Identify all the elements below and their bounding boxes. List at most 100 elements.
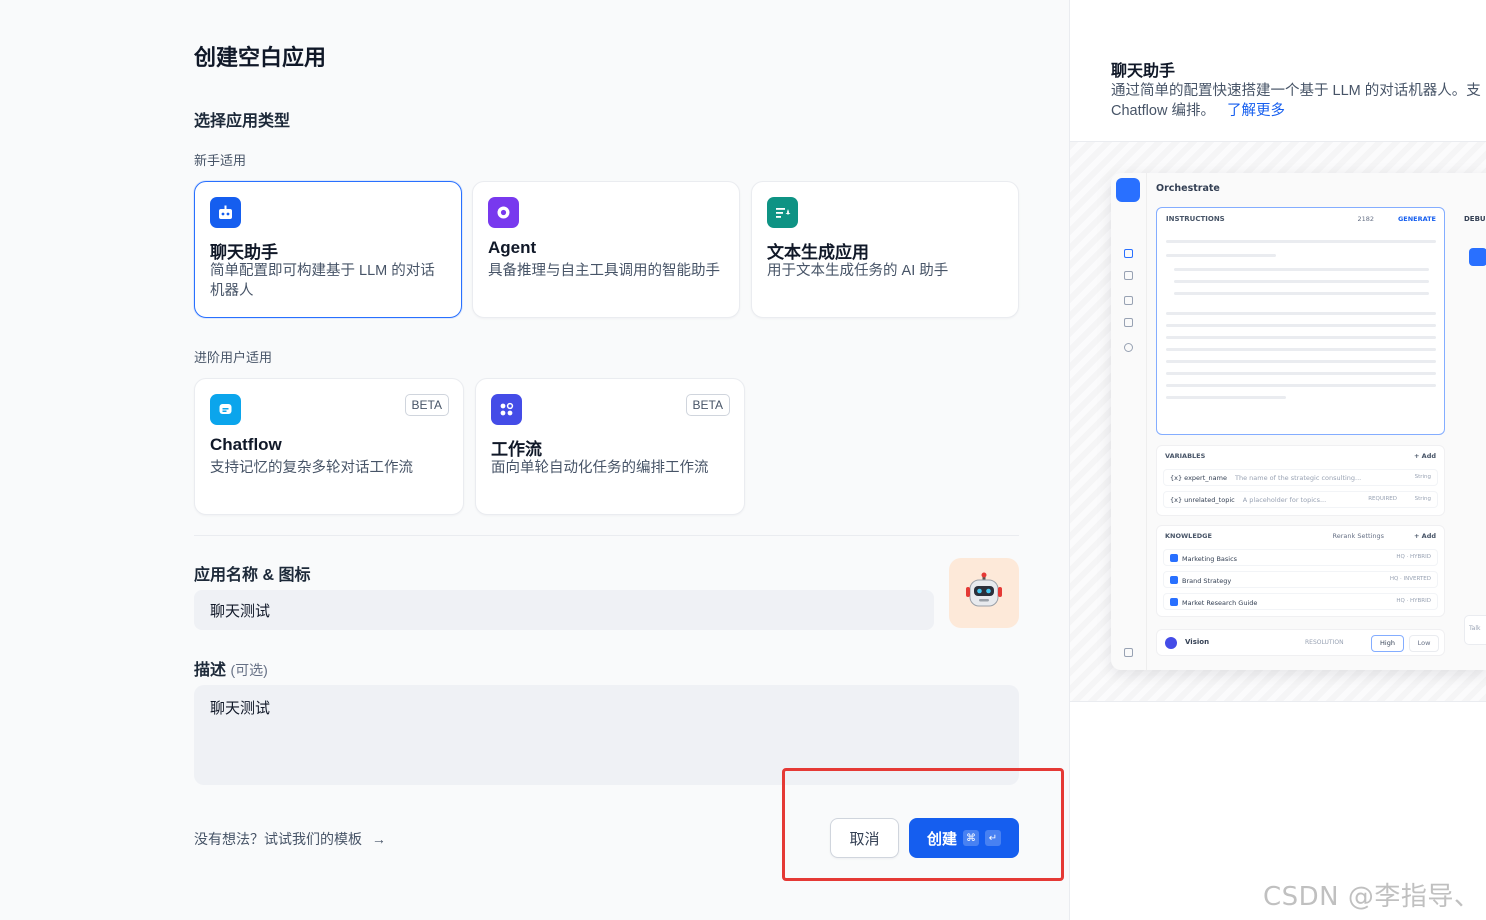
preview-text-line [1166, 254, 1276, 257]
preview-kb-name: Marketing Basics [1182, 555, 1238, 563]
preview-high-option: High [1371, 635, 1404, 652]
app-type-card-text-generation[interactable]: 文本生成应用 用于文本生成任务的 AI 助手 [751, 181, 1019, 318]
card-desc: 用于文本生成任务的 AI 助手 [767, 263, 949, 279]
preview-instructions-label: INSTRUCTIONS [1166, 215, 1225, 223]
preview-text-line [1166, 372, 1436, 375]
select-type-title: 选择应用类型 [194, 113, 291, 130]
preview-debug-label: DEBU [1464, 215, 1486, 223]
preview-nav-icon [1124, 318, 1133, 327]
robot-avatar-icon[interactable] [949, 558, 1019, 628]
preview-kb-name: Brand Strategy [1182, 577, 1232, 585]
preview-var-name: {x} expert_name [1170, 474, 1227, 482]
preview-text-line [1166, 348, 1436, 351]
preview-add-button: + Add [1413, 452, 1436, 460]
preview-kb-tag: HQ · HYBRID [1396, 598, 1431, 604]
preview-variable-row: {x} unrelated_topic A placeholder for to… [1163, 491, 1438, 508]
preview-nav-icon [1124, 296, 1133, 305]
card-name: 工作流 [491, 440, 542, 459]
preview-nav-icon [1124, 343, 1133, 352]
card-desc: 简单配置即可构建基于 LLM 的对话机器人 [210, 263, 435, 299]
card-desc: 面向单轮自动化任务的编排工作流 [491, 460, 709, 476]
preview-text-line [1166, 324, 1436, 327]
preview-sidebar [1111, 173, 1147, 670]
chatflow-icon [210, 394, 241, 425]
preview-var-desc: A placeholder for topics... [1242, 496, 1327, 504]
card-name: Chatflow [210, 435, 282, 454]
app-name-input[interactable]: 聊天测试 [194, 590, 934, 630]
preview-variables-block: VARIABLES + Add {x} expert_name The name… [1156, 445, 1445, 516]
preview-variables-label: VARIABLES [1165, 452, 1206, 460]
preview-instructions-box: INSTRUCTIONS 2182 GENERATE [1156, 207, 1445, 435]
preview-rerank-settings: Rerank Settings [1332, 532, 1385, 540]
card-name: 文本生成应用 [767, 243, 869, 262]
preview-text-line [1174, 292, 1429, 295]
preview-var-name: {x} unrelated_topic [1170, 496, 1235, 504]
preview-nav-icon [1124, 249, 1133, 258]
card-desc: 支持记忆的复杂多轮对话工作流 [210, 460, 413, 476]
preview-orchestrate-title: Orchestrate [1156, 183, 1220, 194]
preview-char-count: 2182 [1357, 215, 1374, 223]
preview-kb-tag: HQ · HYBRID [1396, 554, 1431, 560]
preview-low-option: Low [1409, 635, 1439, 652]
annotation-highlight-box [782, 768, 1064, 881]
preview-vision-block: Vision RESOLUTION High Low [1156, 629, 1445, 656]
learn-more-link[interactable]: 了解更多 [1227, 103, 1285, 119]
preview-text-line [1166, 384, 1436, 387]
agent-icon [488, 197, 519, 228]
app-type-preview-panel: 聊天助手 通过简单的配置快速搭建一个基于 LLM 的对话机器人。支 Chatfl… [1069, 0, 1486, 920]
knowledge-icon [1170, 576, 1178, 584]
knowledge-icon [1170, 554, 1178, 562]
advanced-label: 进阶用户适用 [194, 350, 273, 365]
create-app-form: 创建空白应用 选择应用类型 新手适用 聊天助手 简单配置即可构建基于 LLM 的… [0, 0, 1069, 920]
preview-nav-icon [1124, 271, 1133, 280]
preview-desc-line2: Chatflow 编排。 [1111, 103, 1215, 119]
text-generation-icon [767, 197, 798, 228]
preview-text-line [1166, 336, 1436, 339]
app-type-card-workflow[interactable]: BETA 工作流 面向单轮自动化任务的编排工作流 [475, 378, 745, 515]
preview-var-type: String [1414, 474, 1431, 480]
preview-desc-line1: 通过简单的配置快速搭建一个基于 LLM 的对话机器人。支 [1111, 83, 1481, 99]
preview-nav-icon [1124, 648, 1133, 657]
workflow-icon [491, 394, 522, 425]
preview-knowledge-block: KNOWLEDGE Rerank Settings + Add Marketin… [1156, 525, 1445, 617]
preview-knowledge-row: Brand Strategy HQ · INVERTED [1163, 571, 1438, 588]
orchestrate-preview-image: Orchestrate DEBU INSTRUCTIONS 2182 GENER… [1111, 173, 1486, 670]
preview-debug-avatar-icon [1469, 248, 1486, 266]
preview-kb-tag: HQ · INVERTED [1389, 576, 1431, 582]
template-link[interactable]: 没有想法？试试我们的模板 → [194, 829, 386, 849]
app-type-card-agent[interactable]: Agent 具备推理与自主工具调用的智能助手 [472, 181, 740, 318]
preview-text-line [1174, 268, 1429, 271]
preview-text-line [1174, 280, 1429, 283]
beta-badge: BETA [404, 394, 449, 416]
preview-talk-input: Talk [1464, 615, 1486, 645]
app-type-card-chatflow[interactable]: BETA Chatflow 支持记忆的复杂多轮对话工作流 [194, 378, 464, 515]
app-type-card-chat-assistant[interactable]: 聊天助手 简单配置即可构建基于 LLM 的对话机器人 [194, 181, 462, 318]
vision-icon [1165, 637, 1177, 649]
preview-text-line [1166, 312, 1436, 315]
card-desc: 具备推理与自主工具调用的智能助手 [488, 263, 720, 279]
preview-logo-icon [1116, 178, 1140, 202]
desc-optional: (可选) [230, 662, 268, 678]
preview-var-required: REQUIRED [1368, 496, 1397, 502]
preview-var-desc: The name of the strategic consulting... [1235, 474, 1362, 482]
arrow-right-icon: → [371, 831, 386, 847]
watermark: CSDN @李指导、 [1263, 882, 1481, 912]
card-name: Agent [488, 238, 537, 257]
preview-knowledge-label: KNOWLEDGE [1165, 532, 1212, 540]
preview-text-line [1166, 396, 1286, 399]
knowledge-icon [1170, 598, 1178, 606]
preview-text-line [1166, 360, 1436, 363]
desc-label-text: 描述 [194, 662, 227, 679]
preview-text-line [1166, 240, 1436, 243]
template-link-text: 没有想法？试试我们的模板 [194, 831, 362, 847]
preview-var-type: String [1414, 496, 1431, 502]
card-name: 聊天助手 [210, 243, 278, 262]
preview-knowledge-row: Market Research Guide HQ · HYBRID [1163, 593, 1438, 610]
beta-badge: BETA [685, 394, 730, 416]
preview-resolution-label: RESOLUTION [1305, 639, 1344, 646]
preview-panel-desc: 通过简单的配置快速搭建一个基于 LLM 的对话机器人。支 Chatflow 编排… [1111, 81, 1486, 121]
preview-generate-button: GENERATE [1397, 215, 1436, 223]
divider [194, 535, 1019, 536]
preview-variable-row: {x} expert_name The name of the strategi… [1163, 469, 1438, 486]
page-title: 创建空白应用 [194, 45, 327, 70]
